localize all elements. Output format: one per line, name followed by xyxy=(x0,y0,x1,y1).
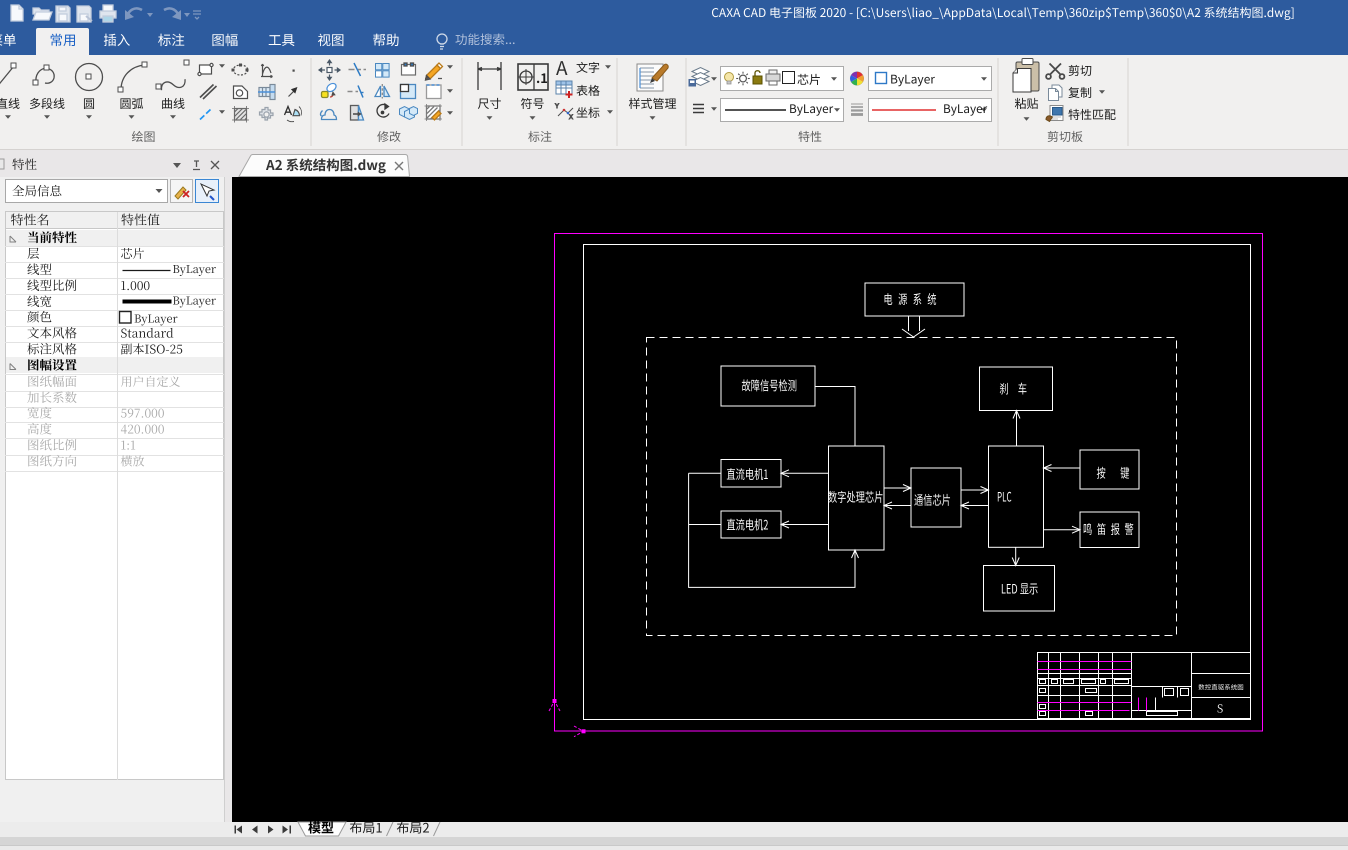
svg-text:Y: Y xyxy=(555,104,559,110)
svg-text:X: X xyxy=(569,115,573,121)
